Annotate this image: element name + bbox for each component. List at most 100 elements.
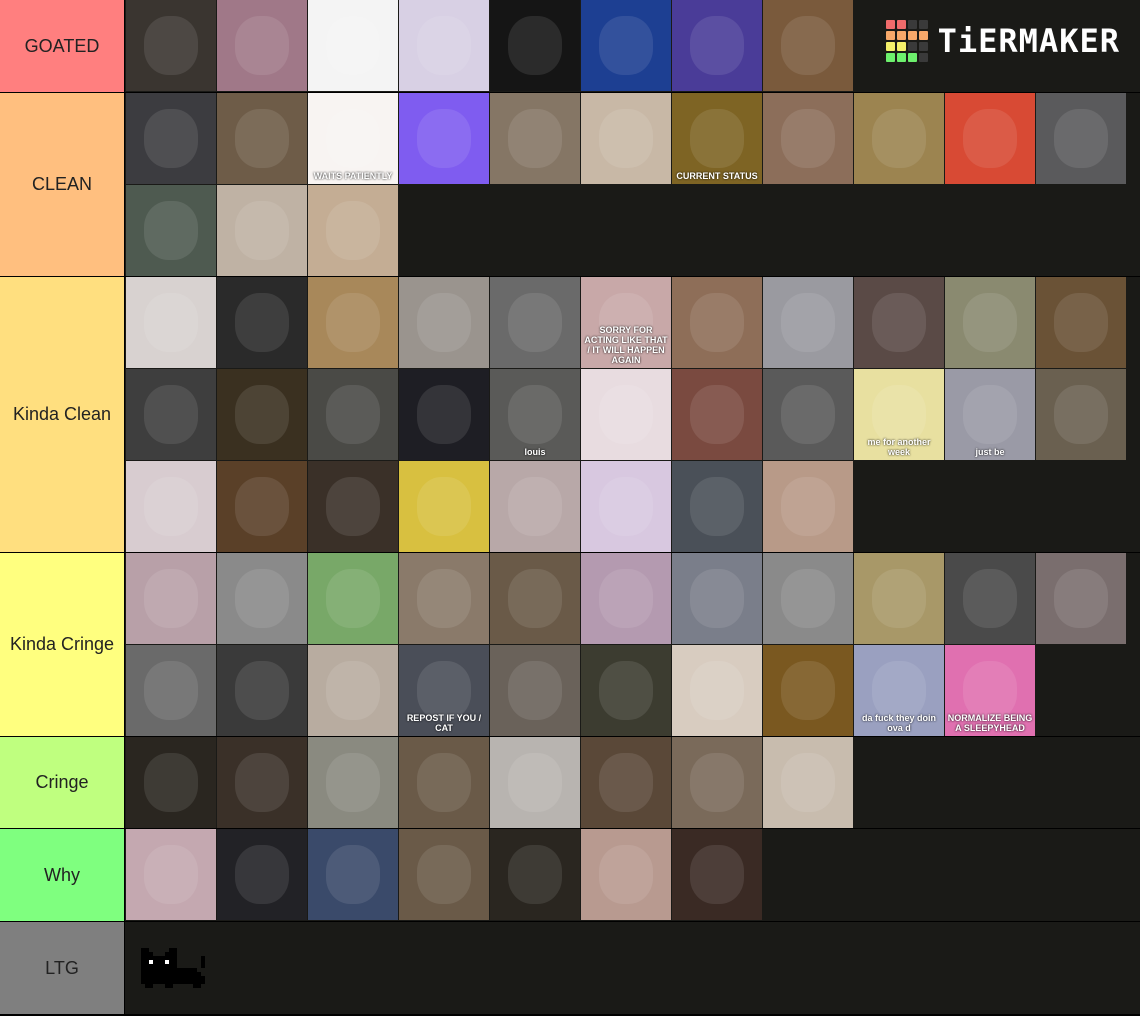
tier-item-image[interactable] <box>763 737 853 828</box>
tier-item-image[interactable] <box>126 737 216 828</box>
tier-item-image[interactable] <box>217 829 307 920</box>
tier-item-image[interactable] <box>945 553 1035 644</box>
tier-item-image[interactable] <box>126 645 216 736</box>
tier-item-image[interactable] <box>217 0 307 91</box>
tier-label[interactable]: Cringe <box>0 737 124 828</box>
tier-item-image[interactable] <box>763 553 853 644</box>
tier-item-image[interactable] <box>126 461 216 552</box>
tier-item-image[interactable]: da fuck they doin ova d <box>854 645 944 736</box>
tier-label[interactable]: Kinda Clean <box>0 277 124 552</box>
tier-item-image[interactable] <box>672 553 762 644</box>
tier-label[interactable]: LTG <box>0 922 124 1014</box>
tier-item-image[interactable]: louis <box>490 369 580 460</box>
tier-item-image[interactable] <box>1036 277 1126 368</box>
tier-items: WAITS PATIENTLY CURRENT STATUS <box>125 93 1140 276</box>
tier-item-image[interactable] <box>672 0 762 91</box>
tier-item-image[interactable] <box>672 829 762 920</box>
tier-item-image[interactable] <box>854 93 944 184</box>
tier-item-image[interactable] <box>126 277 216 368</box>
tier-item-image[interactable] <box>581 461 671 552</box>
tier-item-image[interactable] <box>581 369 671 460</box>
tier-item-image[interactable] <box>308 277 398 368</box>
tier-item-image[interactable] <box>217 93 307 184</box>
tier-item-image[interactable] <box>217 461 307 552</box>
tier-item-image[interactable] <box>399 829 489 920</box>
tier-item-image[interactable] <box>763 277 853 368</box>
tier-item-image[interactable] <box>217 553 307 644</box>
tier-item-image[interactable] <box>399 461 489 552</box>
tier-item-image[interactable] <box>945 277 1035 368</box>
tier-item-image[interactable] <box>490 0 580 91</box>
tier-label[interactable]: Why <box>0 829 124 921</box>
tier-item-image[interactable] <box>854 553 944 644</box>
tier-item-image[interactable] <box>490 553 580 644</box>
tier-item-image[interactable] <box>217 185 307 276</box>
tier-item-image[interactable] <box>1036 93 1126 184</box>
tier-item-image[interactable] <box>217 737 307 828</box>
tier-item-image[interactable] <box>763 461 853 552</box>
tier-item-image[interactable] <box>581 0 671 91</box>
tier-item-image[interactable] <box>854 277 944 368</box>
tier-item-image[interactable] <box>308 553 398 644</box>
tier-item-image[interactable] <box>945 93 1035 184</box>
tier-item-image[interactable]: just be <box>945 369 1035 460</box>
tier-item-image[interactable] <box>126 829 216 920</box>
tier-item-image[interactable] <box>126 553 216 644</box>
tier-item-image[interactable]: me for another week <box>854 369 944 460</box>
pixel-cat-image[interactable] <box>137 944 209 992</box>
cat-image <box>1054 385 1108 444</box>
tier-item-image[interactable] <box>308 829 398 920</box>
tier-item-image[interactable] <box>672 277 762 368</box>
tier-item-image[interactable] <box>581 737 671 828</box>
tier-item-image[interactable]: WAITS PATIENTLY <box>308 93 398 184</box>
cat-image <box>872 109 926 168</box>
tier-item-image[interactable] <box>217 277 307 368</box>
tier-item-image[interactable] <box>763 0 853 91</box>
tier-item-image[interactable] <box>672 369 762 460</box>
tier-item-image[interactable] <box>672 737 762 828</box>
tier-item-image[interactable]: SORRY FOR ACTING LIKE THAT / IT WILL HAP… <box>581 277 671 368</box>
tier-item-image[interactable] <box>1036 553 1126 644</box>
tier-item-image[interactable] <box>763 369 853 460</box>
tier-item-image[interactable] <box>399 0 489 91</box>
tier-item-image[interactable]: CURRENT STATUS <box>672 93 762 184</box>
tier-item-image[interactable] <box>581 829 671 920</box>
tier-item-image[interactable] <box>672 461 762 552</box>
tier-item-image[interactable]: NORMALIZE BEING A SLEEPYHEAD <box>945 645 1035 736</box>
tier-item-image[interactable] <box>581 93 671 184</box>
tier-item-image[interactable] <box>490 277 580 368</box>
tier-item-image[interactable] <box>672 645 762 736</box>
tier-item-image[interactable] <box>490 645 580 736</box>
tier-item-image[interactable] <box>763 93 853 184</box>
tier-label[interactable]: GOATED <box>0 0 124 92</box>
cat-image <box>508 845 562 904</box>
tier-label[interactable]: CLEAN <box>0 93 124 276</box>
tier-item-image[interactable] <box>399 277 489 368</box>
tier-item-image[interactable] <box>581 645 671 736</box>
tier-item-image[interactable] <box>126 0 216 91</box>
tier-item-image[interactable] <box>126 369 216 460</box>
tier-item-image[interactable] <box>308 185 398 276</box>
tier-item-image[interactable] <box>308 461 398 552</box>
tier-item-image[interactable] <box>308 645 398 736</box>
tier-item-image[interactable] <box>490 93 580 184</box>
tier-item-image[interactable] <box>399 553 489 644</box>
tier-item-image[interactable] <box>308 369 398 460</box>
tier-item-image[interactable] <box>399 93 489 184</box>
tier-item-image[interactable] <box>490 461 580 552</box>
tier-item-image[interactable] <box>126 93 216 184</box>
tier-item-image[interactable] <box>399 737 489 828</box>
tier-item-image[interactable] <box>308 0 398 91</box>
tier-item-image[interactable] <box>217 369 307 460</box>
tier-item-image[interactable] <box>308 737 398 828</box>
tier-item-image[interactable] <box>126 185 216 276</box>
tier-item-image[interactable]: REPOST IF YOU / CAT <box>399 645 489 736</box>
tier-item-image[interactable] <box>217 645 307 736</box>
tier-item-image[interactable] <box>399 369 489 460</box>
tier-label[interactable]: Kinda Cringe <box>0 553 124 736</box>
tier-item-image[interactable] <box>1036 369 1126 460</box>
tier-item-image[interactable] <box>490 737 580 828</box>
tier-item-image[interactable] <box>581 553 671 644</box>
tier-item-image[interactable] <box>490 829 580 920</box>
tier-item-image[interactable] <box>763 645 853 736</box>
